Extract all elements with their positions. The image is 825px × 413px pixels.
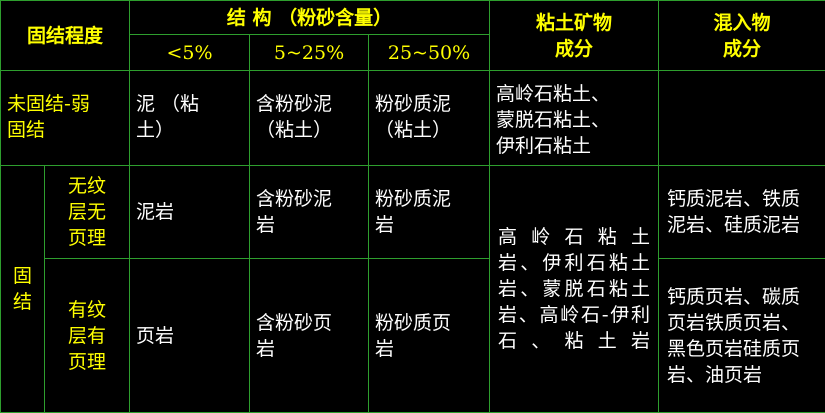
- header-degree: 固结程度: [0, 0, 131, 71]
- row-consolidated-label: 固 结: [0, 165, 45, 413]
- header-clay-minerals: 粘土矿物 成分: [489, 0, 660, 71]
- row-unlaminated-admixture: 钙质泥岩、铁质泥岩、硅质泥岩: [658, 165, 825, 259]
- row-weak-admixture: [658, 70, 825, 166]
- row-laminated-25-50: 粉砂质页 岩: [368, 258, 491, 413]
- row-weak-5-25: 含粉砂泥 （粘土）: [249, 70, 370, 166]
- row-laminated-lt5: 页岩: [129, 258, 251, 413]
- row-weak-minerals: 高岭石粘土、 蒙脱石粘土、 伊利石粘土: [489, 70, 660, 166]
- row-weak-degree: 未固结-弱 固结: [0, 70, 131, 166]
- row-laminated-sub: 有纹 层有 页理: [43, 258, 131, 413]
- row-laminated-5-25: 含粉砂页 岩: [249, 258, 370, 413]
- header-structure: 结 构 （粉砂含量）: [129, 0, 491, 35]
- header-range-5-25: 5~25%: [249, 34, 370, 71]
- row-unlaminated-5-25: 含粉砂泥 岩: [249, 165, 370, 259]
- row-weak-25-50: 粉砂质泥 （粘土）: [368, 70, 491, 166]
- row-unlaminated-lt5: 泥岩: [129, 165, 251, 259]
- row-unlaminated-sub: 无纹 层无 页理: [43, 165, 131, 259]
- header-range-lt5: <5%: [129, 34, 251, 71]
- row-consolidated-minerals: 高 岭 石 粘 土 岩、伊利石粘土岩、蒙脱石粘土岩、高岭石-伊利石、粘土岩: [489, 165, 660, 413]
- header-range-25-50: 25~50%: [368, 34, 491, 71]
- header-admixture: 混入物 成分: [658, 0, 825, 71]
- row-weak-lt5: 泥 （粘 土）: [129, 70, 251, 166]
- rock-classification-table: 固结程度 结 构 （粉砂含量） 粘土矿物 成分 混入物 成分 <5% 5~25%…: [0, 0, 825, 413]
- row-unlaminated-25-50: 粉砂质泥 岩: [368, 165, 491, 259]
- row-laminated-admixture: 钙质页岩、碳质页岩铁质页岩、黑色页岩硅质页岩、油页岩: [658, 258, 825, 413]
